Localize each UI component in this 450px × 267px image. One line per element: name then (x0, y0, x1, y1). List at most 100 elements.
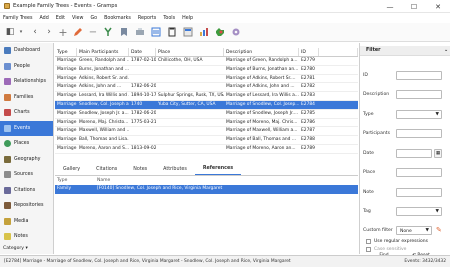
sidebar-item-repositories[interactable]: Repositories (0, 198, 53, 214)
table-row[interactable]: Marriage Adkins, Robert Sr. and... Marriag… (55, 75, 358, 84)
sidebar-item-relationships[interactable]: Relationships (0, 74, 53, 90)
sidebar-toggle-dropdown-icon[interactable]: ▾ (18, 26, 24, 38)
menu-family-trees[interactable]: Family Trees (3, 16, 32, 21)
table-cell: Adkins, Robert Sr. and... (79, 75, 129, 81)
menu-bookmarks[interactable]: Bookmarks (104, 16, 131, 21)
table-row[interactable]: Marriage Snodlew, Col. Joseph a... 1740 Yub… (55, 100, 358, 110)
sidebar-item-dashboard[interactable]: Dashboard (0, 43, 53, 59)
filter-type-label: Type (363, 112, 374, 117)
tab-attributes[interactable]: Attributes (155, 167, 195, 175)
print-icon[interactable] (134, 26, 146, 38)
maximize-button[interactable]: ☐ (402, 0, 426, 13)
menu-view[interactable]: View (72, 16, 83, 21)
references-header: Type Name (55, 177, 358, 185)
table-row[interactable]: Marriage Adkins, John and ... 1782-06-20 Ma… (55, 83, 358, 93)
sidebar-item-notes[interactable]: Notes (0, 229, 53, 245)
table-row[interactable]: Marriage Lessard, Ira Willis and ... 1894-… (55, 92, 358, 101)
column-date[interactable]: Date (129, 48, 156, 56)
sidebar-item-media[interactable]: Media (0, 214, 53, 230)
sidebar-item-people[interactable]: People (0, 59, 53, 75)
tab-notes[interactable]: Notes (125, 167, 155, 175)
export-view-icon[interactable] (182, 26, 194, 38)
close-button[interactable]: ✕ (426, 0, 450, 13)
menu-edit[interactable]: Edit (56, 16, 65, 21)
case-checkbox[interactable]: Case sensitive (366, 247, 406, 252)
sidebar-item-citations[interactable]: Citations (0, 183, 53, 199)
table-cell: E2782 (301, 84, 315, 90)
dropdown-arrow-icon: ▼ (425, 228, 429, 233)
regex-checkbox[interactable]: Use regular expressions (366, 239, 428, 244)
sidebar-item-families[interactable]: Families (0, 90, 53, 106)
people-icon (4, 62, 11, 70)
table-row[interactable]: Marriage Moreno, Maj. Christo... 1775-03-2… (55, 119, 358, 128)
filter-id-input[interactable] (396, 71, 442, 80)
table-cell: Snodlew, Joseph Jr. a... (79, 110, 129, 116)
merge-icon[interactable] (102, 26, 114, 38)
notes-icon (4, 233, 11, 241)
references-row[interactable]: Family [F0140] Snodlew, Col. Joseph and … (55, 185, 358, 194)
menu-add[interactable]: Add (39, 16, 48, 21)
column-type[interactable]: Type (55, 48, 77, 56)
custom-filter-value: None (400, 229, 412, 234)
filter-type-combo[interactable]: ▼ (396, 110, 442, 119)
column-description[interactable]: Description (224, 48, 299, 56)
table-cell (156, 119, 224, 127)
edit-icon[interactable] (72, 26, 84, 38)
sidebar-item-geography[interactable]: Geography (0, 152, 53, 168)
date-editor-button[interactable]: ▦ (434, 149, 442, 158)
table-cell: E2787 (301, 128, 315, 134)
forward-icon[interactable]: › (44, 26, 54, 38)
sidebar-item-sources[interactable]: Sources (0, 167, 53, 183)
menu-help[interactable]: Help (182, 16, 193, 21)
table-row[interactable]: Marriage Snodlew, Joseph Jr. a... 1782-06-… (55, 110, 358, 119)
table-row[interactable]: Marriage Ball, Thomas and Lisa... Marriage… (55, 136, 358, 145)
minimize-button[interactable]: — (378, 0, 402, 13)
chart-report-icon[interactable] (198, 26, 210, 38)
list-view-icon[interactable] (150, 26, 162, 38)
menu-tools[interactable]: Tools (163, 16, 175, 21)
filter-tag-combo[interactable]: ▼ (396, 207, 442, 216)
tools-puzzle-icon[interactable] (214, 26, 226, 38)
remove-icon[interactable]: − (88, 26, 98, 38)
table-row[interactable]: Marriage Maxwell, William and ... Marriage… (55, 127, 358, 137)
tab-gallery[interactable]: Gallery (55, 167, 88, 175)
clipboard-icon[interactable] (166, 26, 178, 38)
sidebar-toggle-icon[interactable]: ◧ (3, 26, 17, 38)
add-icon[interactable]: + (58, 26, 68, 39)
filter-place-input[interactable] (396, 168, 442, 177)
table-cell (129, 136, 156, 144)
gramps-app-icon (4, 3, 10, 9)
tab-references[interactable]: References (194, 166, 242, 175)
sidebar-item-charts[interactable]: Charts (0, 105, 53, 121)
menu-reports[interactable]: Reports (138, 16, 156, 21)
back-icon[interactable]: ‹ (30, 26, 40, 38)
table-cell: E2788 (301, 137, 315, 143)
column-place[interactable]: Place (156, 48, 224, 56)
table-row[interactable]: Marriage Green, Randolph and ... 1787-02-1… (55, 57, 358, 66)
filter-dropdown-icon[interactable]: ⌄ (444, 47, 448, 53)
category-selector[interactable]: Category ▾ (3, 246, 28, 251)
filter-participants-input[interactable] (396, 129, 442, 138)
tab-citations[interactable]: Citations (88, 167, 125, 175)
column-main-participants[interactable]: Main Participants (77, 48, 129, 56)
filter-date-input[interactable] (396, 149, 432, 158)
menu-go[interactable]: Go (90, 16, 97, 21)
sidebar-item-events[interactable]: Events (0, 120, 53, 136)
preferences-gear-icon[interactable] (230, 26, 242, 38)
ref-column-name[interactable]: Name (95, 177, 295, 185)
filter-description-input[interactable] (396, 90, 442, 99)
edit-filter-icon[interactable]: ✎ (436, 226, 442, 234)
filter-note-input[interactable] (396, 188, 442, 197)
table-cell: Marriage of Maxwell, William a... (226, 128, 298, 134)
table-row[interactable]: Marriage Burns, Jonathan and ... Marriage … (55, 66, 358, 75)
column-id[interactable]: ID (299, 48, 319, 56)
sidebar-item-label: Sources (14, 172, 33, 178)
ref-column-type[interactable]: Type (55, 177, 95, 185)
families-icon (4, 93, 11, 101)
filter-custom-combo[interactable]: None ▼ (396, 226, 432, 235)
bookmark-icon[interactable] (118, 26, 130, 38)
sidebar-item-label: Notes (14, 234, 28, 240)
table-cell (156, 127, 224, 135)
sidebar-item-places[interactable]: Places (0, 136, 53, 152)
table-row[interactable]: Marriage Moreno, Aaron and S... 1813-09-02… (55, 145, 358, 154)
